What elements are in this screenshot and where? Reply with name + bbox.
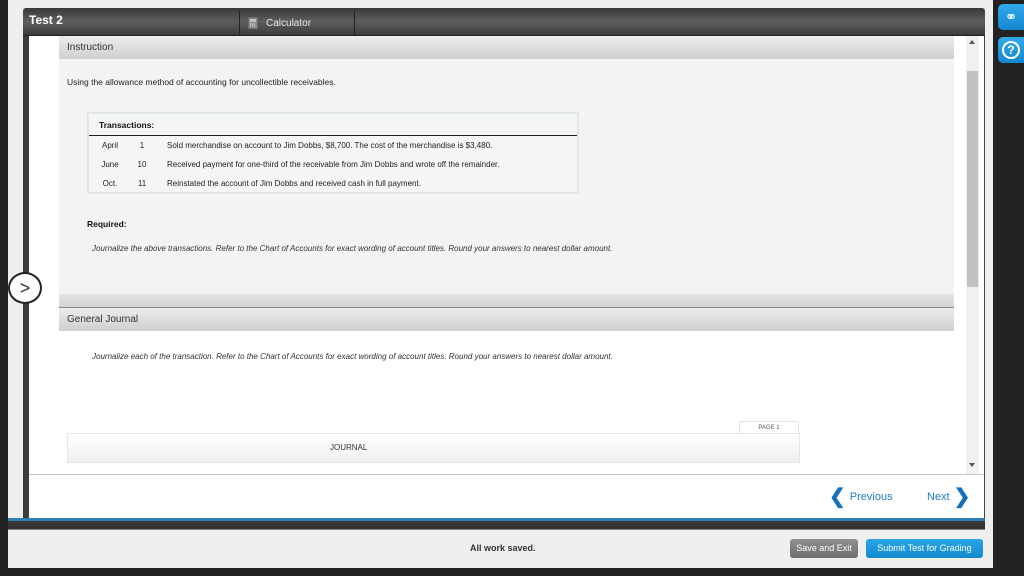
transaction-row: Oct. 11 Reinstated the account of Jim Do… <box>89 174 577 193</box>
footer-divider <box>8 521 985 530</box>
transaction-month: April <box>101 141 118 150</box>
transaction-month: Oct. <box>102 179 118 188</box>
help-button[interactable]: ? <box>998 37 1024 63</box>
submit-test-button[interactable]: Submit Test for Grading <box>866 539 983 558</box>
scroll-down-arrow-icon[interactable] <box>969 463 975 467</box>
calculator-label: Calculator <box>266 17 312 29</box>
scroll-content: Instruction Using the allowance method o… <box>59 36 954 474</box>
help-icon: ? <box>1002 41 1020 59</box>
question-panel: Instruction Using the allowance method o… <box>23 36 985 518</box>
transaction-day: 10 <box>137 160 147 169</box>
instruction-lead-text: Using the allowance method of accounting… <box>67 77 336 87</box>
support-button[interactable]: ⚭ <box>998 4 1024 30</box>
next-button[interactable]: Next ❯ <box>927 486 971 508</box>
question-navigation: ❮ Previous Next ❯ <box>29 474 984 518</box>
save-and-exit-button[interactable]: Save and Exit <box>790 539 858 558</box>
save-status: All work saved. <box>470 543 536 553</box>
transaction-row: June 10 Received payment for one-third o… <box>89 155 577 174</box>
journal-title: JOURNAL <box>330 443 368 452</box>
transaction-description: Received payment for one-third of the re… <box>167 160 500 169</box>
transaction-description: Sold merchandise on account to Jim Dobbs… <box>167 141 493 150</box>
instruction-body: Using the allowance method of accounting… <box>59 59 954 294</box>
general-journal-instructions: Journalize each of the transaction. Refe… <box>92 352 613 361</box>
chevron-left-icon: ❮ <box>829 486 846 508</box>
next-label: Next <box>927 491 950 503</box>
transaction-row: April 1 Sold merchandise on account to J… <box>89 136 577 155</box>
test-title: Test 2 <box>29 13 63 27</box>
expand-panel-button[interactable]: > <box>8 272 42 304</box>
required-text: Journalize the above transactions. Refer… <box>92 244 613 253</box>
vertical-scrollbar[interactable] <box>966 36 979 474</box>
transaction-month: June <box>101 160 119 169</box>
calculator-button[interactable]: Calculator <box>239 10 355 36</box>
general-journal-header: General Journal <box>59 308 954 331</box>
footer: All work saved. Save and Exit Submit Tes… <box>8 530 985 568</box>
chevron-right-icon: > <box>19 277 31 298</box>
transaction-day: 1 <box>139 141 145 150</box>
required-label: Required: <box>87 219 127 229</box>
title-bar: Test 2 Calculator <box>23 8 985 36</box>
transaction-description: Reinstated the account of Jim Dobbs and … <box>167 179 421 188</box>
scroll-thumb[interactable] <box>967 71 978 287</box>
page-tab[interactable]: PAGE 1 <box>739 421 799 433</box>
previous-label: Previous <box>849 491 893 503</box>
scroll-up-arrow-icon[interactable] <box>969 40 975 44</box>
transactions-table: Transactions: April 1 Sold merchandise o… <box>87 112 579 194</box>
section-divider <box>59 294 954 308</box>
previous-button[interactable]: ❮ Previous <box>829 486 893 508</box>
instruction-header: Instruction <box>59 36 954 59</box>
chevron-right-icon: ❯ <box>953 486 971 508</box>
transaction-day: 11 <box>137 179 147 188</box>
transactions-title: Transactions: <box>89 114 577 136</box>
headset-icon: ⚭ <box>1004 9 1018 26</box>
general-journal-body: Journalize each of the transaction. Refe… <box>59 331 954 474</box>
calculator-icon <box>248 17 258 29</box>
journal-table-header: JOURNAL <box>67 433 800 463</box>
